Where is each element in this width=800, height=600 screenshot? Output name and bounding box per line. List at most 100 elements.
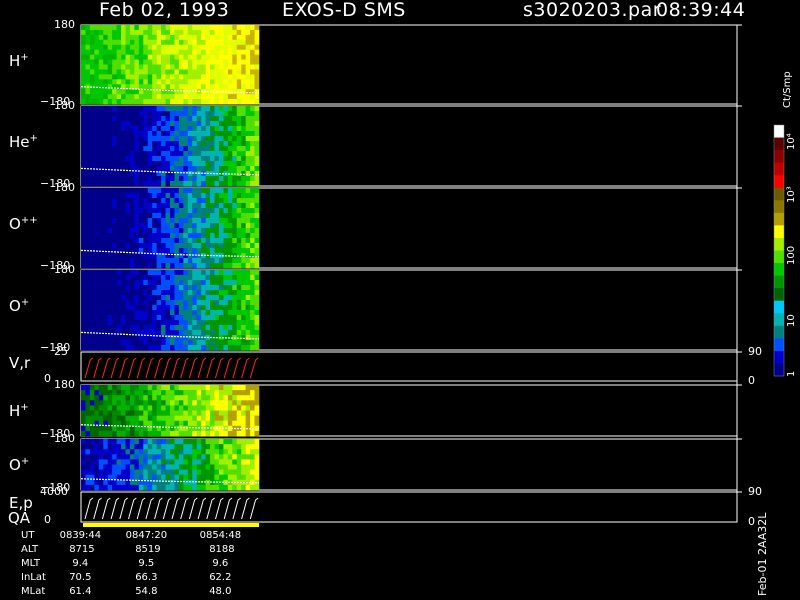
spectrogram-cell [152,208,157,214]
spectrogram-cell [156,405,162,411]
spectrogram-cell [170,444,175,450]
spectrogram-cell [134,193,140,199]
spectrogram-cell [232,218,238,224]
spectrogram-cell [187,106,193,112]
spectrogram-cell [174,395,180,401]
spectrogram-cell [161,275,166,281]
spectrogram-cell [170,146,175,152]
spectrogram-cell [227,340,233,346]
spectrogram-cell [214,198,220,204]
spectrogram-cell [227,74,233,80]
spectrogram-cell [183,39,189,46]
spectrogram-cell [161,39,166,46]
spectrogram-cell [147,99,153,105]
spectrogram-cell [254,405,260,411]
spectrogram-cell [218,166,224,172]
spectrogram-cell [125,198,131,204]
spectrogram-cell [156,325,162,331]
spectrogram-cell [192,270,197,276]
spectrogram-cell [218,390,224,396]
spectrogram-cell [170,449,175,455]
spectrogram-cell [121,25,126,31]
spectrogram-cell [241,430,246,437]
spectrogram-cell [192,305,197,311]
spectrogram-cell [218,116,224,122]
spectrogram-cell [121,106,126,112]
spectrogram-cell [125,116,131,122]
spectrogram-cell [165,228,171,234]
spectrogram-cell [134,295,140,301]
spectrogram-cell [138,99,144,105]
spectrogram-cell [103,444,108,450]
spectrogram-cell [112,305,117,311]
spectrogram-cell [205,275,211,281]
spectrogram-cell [147,345,153,351]
spectrogram-cell [98,223,104,229]
spectrogram-cell [134,54,140,60]
spectrogram-cell [250,69,255,75]
spectrogram-cell [236,84,242,90]
spectrogram-cell [152,248,157,254]
ephemeris-value: 70.5 [69,572,92,583]
spectrogram-cell [152,430,157,437]
spectrogram-cell [134,213,140,219]
spectrogram-cell [107,295,113,301]
spectrogram-cell [227,410,233,416]
spectrogram-cell [85,233,91,239]
spectrogram-cell [236,176,242,182]
spectrogram-cell [103,198,108,204]
spectrogram-cell [121,218,126,224]
spectrogram-cell [138,44,144,50]
spectrogram-cell [254,89,260,95]
spectrogram-cell [174,464,180,470]
spectrogram-cell [103,320,108,326]
spectrogram-cell [183,395,189,401]
spectrogram-cell [178,270,184,276]
spectrogram-cell [254,280,260,286]
spectrogram-cell [214,84,220,90]
spectrogram-cell [107,340,113,346]
spectrogram-cell [201,198,206,204]
spectrogram-cell [241,285,246,291]
spectrogram-cell [129,390,135,396]
spectrogram-cell [85,449,91,455]
spectrogram-cell [152,181,157,187]
spectrogram-cell [125,126,131,132]
spectrogram-cell [94,484,100,491]
spectrogram-cell [138,430,144,437]
spectrogram-cell [81,335,86,341]
spectrogram-cell [178,295,184,301]
spectrogram-cell [187,141,193,147]
spectrogram-cell [165,385,171,391]
spectrogram-cell [143,395,149,401]
spectrogram-cell [254,116,260,122]
spectrogram-cell [147,340,153,346]
spectrogram-cell [85,69,91,75]
spectrogram-cell [107,131,113,137]
spectrogram-cell [112,208,117,214]
spectrogram-cell [94,111,100,117]
spectrogram-cell [143,310,149,316]
spectrogram-cell [227,290,233,296]
spectrogram-cell [112,425,117,432]
spectrogram-cell [250,415,255,421]
spectrogram-cell [187,171,193,177]
spectrogram-cell [116,99,122,105]
spectrogram-cell [85,275,91,281]
spectrogram-cell [98,335,104,341]
spectrogram-cell [107,25,113,31]
spectrogram-cell [250,111,255,117]
spectrogram-cell [174,79,180,85]
spectrogram-cell [156,166,162,172]
spectrogram-cell [165,181,171,187]
spectrogram-cell [183,176,189,182]
spectrogram-cell [227,59,233,65]
spectrogram-cell [201,44,206,50]
spectrogram-cell [98,253,104,259]
spectrogram-cell [85,320,91,326]
spectrogram-cell [214,111,220,117]
spectrogram-cell [250,300,255,306]
spectrogram-cell [223,469,229,475]
spectrogram-cell [218,310,224,316]
spectrogram-cell [161,345,166,351]
